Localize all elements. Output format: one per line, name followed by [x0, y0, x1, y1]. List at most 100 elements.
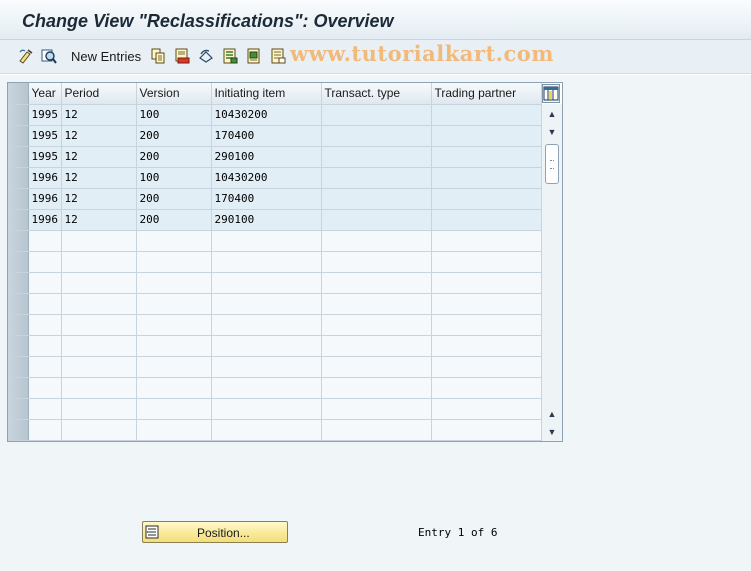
column-header[interactable]: Year: [28, 83, 62, 105]
empty-table-row[interactable]: [8, 335, 542, 357]
row-selector[interactable]: [8, 419, 29, 441]
copy-icon[interactable]: [150, 48, 166, 64]
table-cell[interactable]: [321, 293, 432, 315]
row-selector[interactable]: [8, 356, 29, 378]
table-cell[interactable]: [61, 335, 137, 357]
table-cell[interactable]: [431, 272, 542, 294]
row-selector[interactable]: [8, 293, 29, 315]
select-all-icon[interactable]: [222, 48, 238, 64]
table-cell[interactable]: [321, 125, 432, 147]
row-selector[interactable]: [8, 272, 29, 294]
table-cell[interactable]: 170400: [211, 125, 322, 147]
table-cell[interactable]: [321, 230, 432, 252]
table-cell[interactable]: [61, 377, 137, 399]
empty-table-row[interactable]: [8, 377, 542, 399]
table-cell[interactable]: [136, 335, 212, 357]
table-cell[interactable]: [321, 356, 432, 378]
table-cell[interactable]: 1995: [28, 146, 62, 168]
table-cell[interactable]: [28, 314, 62, 336]
table-cell[interactable]: [321, 272, 432, 294]
table-cell[interactable]: [431, 209, 542, 231]
table-cell[interactable]: 170400: [211, 188, 322, 210]
table-cell[interactable]: 290100: [211, 146, 322, 168]
row-selector[interactable]: [8, 377, 29, 399]
table-cell[interactable]: 1996: [28, 167, 62, 189]
new-entries-button[interactable]: New Entries: [71, 49, 141, 64]
row-selector[interactable]: [8, 314, 29, 336]
empty-table-row[interactable]: [8, 230, 542, 252]
column-header[interactable]: Initiating item: [211, 83, 322, 105]
vertical-scrollbar[interactable]: ▲ ▼ ▲ ▼: [541, 104, 562, 441]
empty-table-row[interactable]: [8, 356, 542, 378]
table-cell[interactable]: [211, 230, 322, 252]
row-selector[interactable]: [8, 146, 29, 168]
select-block-icon[interactable]: [246, 48, 262, 64]
table-cell[interactable]: [321, 314, 432, 336]
empty-table-row[interactable]: [8, 398, 542, 420]
table-cell[interactable]: [431, 167, 542, 189]
column-header[interactable]: Version: [136, 83, 212, 105]
table-cell[interactable]: 290100: [211, 209, 322, 231]
scrollbar-thumb[interactable]: [545, 144, 559, 184]
table-cell[interactable]: [28, 272, 62, 294]
table-cell[interactable]: 200: [136, 125, 212, 147]
table-cell[interactable]: 200: [136, 209, 212, 231]
table-cell[interactable]: [211, 356, 322, 378]
table-cell[interactable]: [431, 419, 542, 441]
table-cell[interactable]: [211, 419, 322, 441]
table-cell[interactable]: 1995: [28, 104, 62, 126]
table-cell[interactable]: 12: [61, 104, 137, 126]
table-cell[interactable]: [211, 293, 322, 315]
table-cell[interactable]: [28, 398, 62, 420]
table-cell[interactable]: [431, 314, 542, 336]
table-cell[interactable]: 12: [61, 125, 137, 147]
table-cell[interactable]: [61, 272, 137, 294]
undo-change-icon[interactable]: [198, 48, 214, 64]
table-cell[interactable]: [136, 251, 212, 273]
table-cell[interactable]: [431, 293, 542, 315]
row-selector[interactable]: [8, 209, 29, 231]
table-row[interactable]: 1996 12 100 10430200: [8, 167, 542, 189]
column-header[interactable]: Transact. type: [321, 83, 432, 105]
table-cell[interactable]: 100: [136, 104, 212, 126]
row-selector[interactable]: [8, 230, 29, 252]
table-cell[interactable]: [211, 314, 322, 336]
table-row[interactable]: 1996 12 200 290100: [8, 209, 542, 231]
empty-table-row[interactable]: [8, 272, 542, 294]
table-cell[interactable]: [61, 230, 137, 252]
table-cell[interactable]: 12: [61, 209, 137, 231]
table-cell[interactable]: [61, 314, 137, 336]
empty-table-row[interactable]: [8, 314, 542, 336]
row-selector[interactable]: [8, 104, 29, 126]
table-cell[interactable]: 100: [136, 167, 212, 189]
empty-table-row[interactable]: [8, 251, 542, 273]
table-cell[interactable]: [321, 167, 432, 189]
table-cell[interactable]: [211, 377, 322, 399]
scroll-page-up-icon[interactable]: ▲: [546, 408, 558, 420]
scroll-page-down-icon[interactable]: ▼: [546, 126, 558, 138]
table-cell[interactable]: [431, 335, 542, 357]
table-cell[interactable]: [321, 335, 432, 357]
table-cell[interactable]: [61, 356, 137, 378]
table-row[interactable]: 1995 12 100 10430200: [8, 104, 542, 126]
table-cell[interactable]: [321, 209, 432, 231]
table-cell[interactable]: [431, 377, 542, 399]
table-cell[interactable]: 1995: [28, 125, 62, 147]
table-cell[interactable]: [431, 146, 542, 168]
position-button[interactable]: Position...: [142, 521, 288, 543]
table-cell[interactable]: [321, 419, 432, 441]
table-cell[interactable]: [431, 398, 542, 420]
table-cell[interactable]: [321, 251, 432, 273]
table-cell[interactable]: [136, 419, 212, 441]
table-cell[interactable]: 12: [61, 146, 137, 168]
table-cell[interactable]: [431, 125, 542, 147]
table-cell[interactable]: [136, 293, 212, 315]
table-cell[interactable]: [61, 293, 137, 315]
table-cell[interactable]: [28, 335, 62, 357]
table-cell[interactable]: [136, 377, 212, 399]
table-row[interactable]: 1996 12 200 170400: [8, 188, 542, 210]
table-cell[interactable]: [136, 314, 212, 336]
table-row[interactable]: 1995 12 200 290100: [8, 146, 542, 168]
table-cell[interactable]: [136, 398, 212, 420]
table-cell[interactable]: [321, 377, 432, 399]
